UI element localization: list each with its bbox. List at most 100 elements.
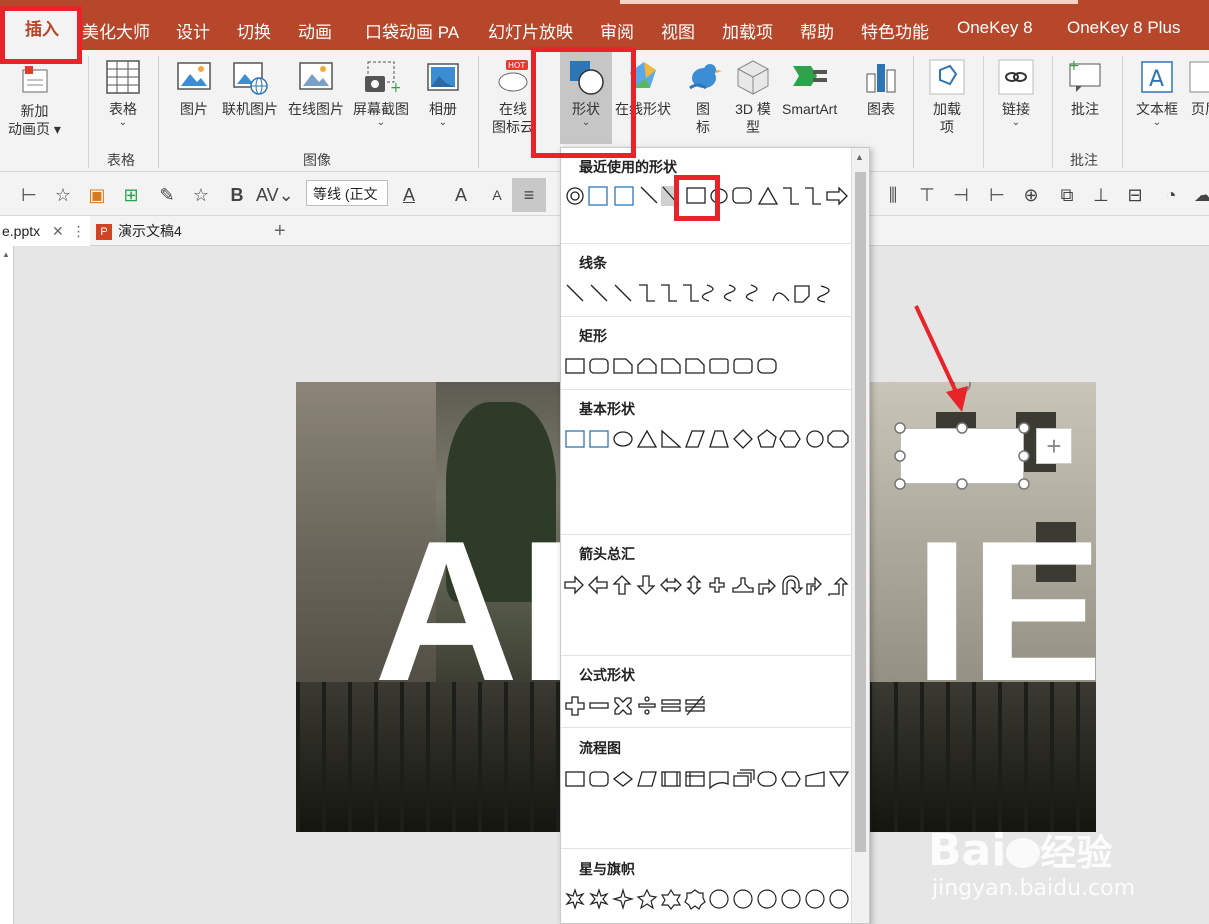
resize-handle[interactable] xyxy=(894,478,906,490)
lines-row[interactable] xyxy=(563,282,853,304)
svg-text:+: + xyxy=(1068,58,1080,74)
tab-beautify-master[interactable]: 美化大师 xyxy=(82,18,150,43)
screenshot-button[interactable]: + 屏幕截图 ⌄ xyxy=(353,58,409,128)
smartart-button[interactable]: SmartArt xyxy=(782,58,837,118)
new-tab-button[interactable]: + xyxy=(274,216,286,246)
shapes-gallery-dropdown[interactable]: 最近使用的形状 线条 矩形 基本形状 箭头总汇 公式形状 流程图 星与旗帜 ▲ xyxy=(560,147,870,924)
equation-shapes-row[interactable] xyxy=(563,694,853,716)
textbox-button[interactable]: A 文本框 ⌄ xyxy=(1136,58,1178,128)
header-footer-icon xyxy=(1189,61,1209,93)
link-button[interactable]: 链接 ⌄ xyxy=(997,58,1035,128)
flowchart-shapes-grid[interactable] xyxy=(563,768,853,790)
tab-animations[interactable]: 动画 xyxy=(298,18,332,43)
table-icon xyxy=(106,60,140,94)
scroll-up-icon[interactable]: ▲ xyxy=(855,152,864,162)
align-right-icon[interactable]: ⊣ xyxy=(950,184,972,206)
picture-icon xyxy=(177,62,211,90)
align-middle-icon[interactable]: ⊕ xyxy=(1020,184,1042,206)
section-recent-shapes: 最近使用的形状 xyxy=(579,159,677,175)
resize-handle[interactable] xyxy=(894,422,906,434)
resize-handle[interactable] xyxy=(956,478,968,490)
chart-button[interactable]: 图表 xyxy=(862,58,900,118)
addins-button[interactable]: 加载 项 xyxy=(928,58,966,136)
table-button[interactable]: 表格 ⌄ xyxy=(104,58,142,128)
font-color-button[interactable]: A xyxy=(398,184,420,206)
section-arrows: 箭头总汇 xyxy=(579,546,635,562)
scroll-up-icon[interactable]: ▲ xyxy=(2,250,10,259)
basic-shapes-grid[interactable] xyxy=(563,428,853,450)
stars-banners-grid[interactable] xyxy=(563,888,853,910)
album-icon xyxy=(427,63,459,91)
resize-handle[interactable] xyxy=(1018,450,1030,462)
dropdown-scrollbar[interactable]: ▲ xyxy=(851,148,869,923)
rectangles-row[interactable] xyxy=(563,356,853,378)
doc-tab-file2[interactable]: P 演示文稿4 xyxy=(92,216,268,246)
svg-text:+: + xyxy=(390,80,400,96)
presentation-icon[interactable]: ⊞ xyxy=(120,184,142,206)
format-painter-icon[interactable]: ✎ xyxy=(156,184,178,206)
divider xyxy=(561,389,851,390)
effect-star-icon[interactable]: ☆ xyxy=(190,184,212,206)
align-left-icon[interactable]: ⊢ xyxy=(986,184,1008,206)
char-spacing-icon[interactable]: AV⌄ xyxy=(256,184,294,206)
group-divider xyxy=(1122,56,1123,168)
align-icon[interactable]: ⊢ xyxy=(18,184,40,206)
resize-handle[interactable] xyxy=(1018,478,1030,490)
group-divider xyxy=(478,56,479,168)
section-stars-banners: 星与旗帜 xyxy=(579,861,635,877)
divider xyxy=(561,848,851,849)
resize-handle[interactable] xyxy=(1018,422,1030,434)
merge-shapes-icon[interactable]: ◔ xyxy=(1160,184,1182,206)
cloud-icon[interactable]: ☁ xyxy=(1192,184,1209,206)
align-vcenter-icon[interactable]: ⧉ xyxy=(1056,184,1078,206)
chevron-down-icon: ⌄ xyxy=(438,117,448,128)
more-icon[interactable]: ⋮ xyxy=(72,223,86,239)
grow-font-button[interactable]: A xyxy=(450,184,472,206)
addins-icon xyxy=(929,59,965,95)
star-icon[interactable]: ☆ xyxy=(52,184,74,206)
resize-handle[interactable] xyxy=(956,422,968,434)
tab-transitions[interactable]: 切换 xyxy=(237,18,271,43)
font-name-select[interactable]: 等线 (正文 xyxy=(306,180,388,206)
tab-view[interactable]: 视图 xyxy=(661,18,695,43)
icons-button[interactable]: 图 标 xyxy=(684,58,722,136)
tab-onekey8-plus[interactable]: OneKey 8 Plus xyxy=(1067,18,1180,38)
comment-button[interactable]: + 批注 xyxy=(1066,58,1104,118)
picture-button[interactable]: 图片 xyxy=(175,58,213,118)
tab-slideshow[interactable]: 幻灯片放映 xyxy=(488,18,573,43)
align-center-icon[interactable]: ≡ xyxy=(512,178,546,212)
section-lines: 线条 xyxy=(579,255,607,271)
distribute-h-icon[interactable]: ⊟ xyxy=(1124,184,1146,206)
scrollbar-thumb[interactable] xyxy=(855,172,866,852)
tab-review[interactable]: 审阅 xyxy=(600,18,634,43)
group-label-table: 表格 xyxy=(107,152,135,168)
tab-special-features[interactable]: 特色功能 xyxy=(861,18,929,43)
distribute-icon[interactable]: ⫼ xyxy=(882,184,904,206)
tab-design[interactable]: 设计 xyxy=(176,18,210,43)
align-bottom-icon[interactable]: ⊥ xyxy=(1090,184,1112,206)
bold-button[interactable]: B xyxy=(226,184,248,206)
thumbnail-pane[interactable]: ▲ xyxy=(0,246,14,924)
online-icons-button[interactable]: HOT 在线 图标云 xyxy=(492,58,534,136)
tab-addins[interactable]: 加载项 xyxy=(722,18,773,43)
tab-pocket-animation[interactable]: 口袋动画 PA xyxy=(365,18,459,43)
close-icon[interactable]: ✕ xyxy=(52,223,64,239)
highlight-shapes-button xyxy=(531,47,636,158)
tab-onekey8[interactable]: OneKey 8 xyxy=(957,18,1033,38)
3d-model-button[interactable]: 3D 模 型 xyxy=(734,58,772,136)
watermark-logo: Bai 经验 xyxy=(928,825,1113,876)
align-top-icon[interactable]: ⊤ xyxy=(916,184,938,206)
shape-style-icon[interactable]: ▣ xyxy=(86,184,108,206)
album-button[interactable]: 相册 ⌄ xyxy=(424,58,462,128)
online-picture-button[interactable]: 联机图片 xyxy=(222,58,278,118)
section-flowchart: 流程图 xyxy=(579,740,621,756)
doc-tab-file1[interactable]: e.pptx ✕ ⋮ xyxy=(0,216,90,246)
shrink-font-button[interactable]: A xyxy=(486,184,508,206)
arrow-shapes-grid[interactable] xyxy=(563,574,853,596)
new-animation-slide-button[interactable]: 新加 动画页 ▾ xyxy=(8,60,61,138)
header-footer-button[interactable]: 页眉 xyxy=(1186,58,1209,118)
tab-help[interactable]: 帮助 xyxy=(800,18,834,43)
online-picture2-button[interactable]: 在线图片 xyxy=(288,58,344,118)
resize-handle[interactable] xyxy=(894,450,906,462)
add-shape-plus-button[interactable]: + xyxy=(1036,428,1072,464)
